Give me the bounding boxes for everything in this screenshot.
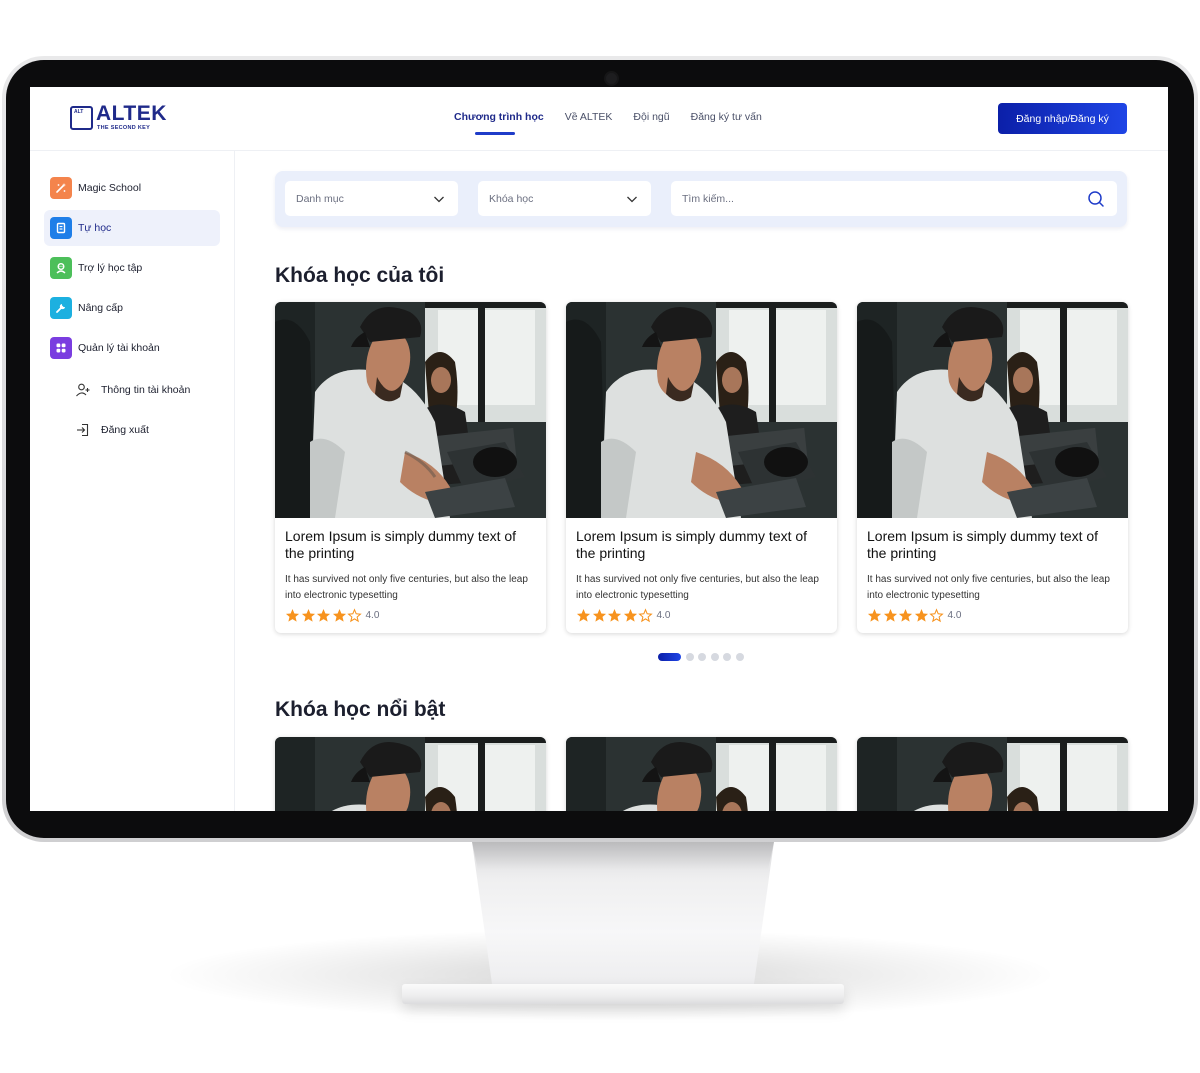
carousel-dot[interactable] xyxy=(685,653,694,661)
magic-wand-icon xyxy=(50,177,72,199)
star-filled-icon xyxy=(576,608,591,622)
search-box xyxy=(671,181,1117,216)
sidebar-item-magic-school[interactable]: Magic School xyxy=(44,170,220,206)
featured-course-card[interactable] xyxy=(275,737,546,811)
main-nav: Chương trình học Về ALTEK Đội ngũ Đăng k… xyxy=(454,111,783,135)
section-title-featured-courses: Khóa học nổi bật xyxy=(275,698,446,721)
search-icon[interactable] xyxy=(1087,190,1105,208)
carousel-dot[interactable] xyxy=(735,653,744,661)
course-card[interactable]: Lorem Ipsum is simply dummy text of the … xyxy=(857,302,1128,633)
section-title-my-courses: Khóa học của tôi xyxy=(275,264,445,287)
course-thumbnail xyxy=(275,737,546,811)
chevron-down-icon xyxy=(434,196,444,202)
course-title: Lorem Ipsum is simply dummy text of the … xyxy=(285,528,517,561)
course-card[interactable]: Lorem Ipsum is simply dummy text of the … xyxy=(275,302,546,633)
course-rating: 4.0 xyxy=(867,608,961,623)
monitor-mockup: ALT ALTEK THE SECOND KEY Chương trình họ… xyxy=(0,0,1200,1073)
monitor-stand-shade xyxy=(472,842,774,870)
top-header: ALT ALTEK THE SECOND KEY Chương trình họ… xyxy=(30,87,1168,151)
star-filled-icon xyxy=(883,608,897,622)
sidebar-item-quan-ly-tai-khoan[interactable]: Quản lý tài khoản xyxy=(44,330,220,366)
course-description: It has survived not only five centuries,… xyxy=(576,574,819,601)
nav-chuong-trinh-hoc[interactable]: Chương trình học xyxy=(454,111,544,123)
logo-mark-text: ALT xyxy=(74,109,84,115)
star-empty-icon xyxy=(929,608,944,623)
sidebar-item-label: Nâng cấp xyxy=(78,302,123,314)
featured-course-card[interactable] xyxy=(566,737,837,811)
logo-text: ALTEK xyxy=(96,102,167,125)
book-icon xyxy=(50,217,72,239)
course-rating: 4.0 xyxy=(576,608,670,623)
course-thumbnail xyxy=(857,302,1128,518)
sidebar-item-label: Tự học xyxy=(78,222,112,234)
sidebar-item-tu-hoc[interactable]: Tự học xyxy=(44,210,220,246)
carousel-dot-active[interactable] xyxy=(658,653,681,661)
course-card[interactable]: Lorem Ipsum is simply dummy text of the … xyxy=(566,302,837,633)
star-filled-icon xyxy=(285,608,300,622)
grid-icon xyxy=(50,337,72,359)
course-select-value: Khóa học xyxy=(489,192,534,205)
sidebar-subitem-label: Đăng xuất xyxy=(101,424,149,436)
logo-mark: ALT xyxy=(70,106,93,130)
rating-value: 4.0 xyxy=(365,610,380,621)
star-filled-icon xyxy=(867,608,882,622)
filter-bar: Danh mục Khóa học xyxy=(275,171,1127,227)
camera-icon xyxy=(604,71,619,86)
wrench-icon xyxy=(50,297,72,319)
carousel-dot[interactable] xyxy=(698,653,706,661)
star-filled-icon xyxy=(607,608,622,622)
nav-ve-altek[interactable]: Về ALTEK xyxy=(565,111,613,123)
featured-course-card[interactable] xyxy=(857,737,1128,811)
course-select[interactable]: Khóa học xyxy=(478,181,651,216)
star-filled-icon xyxy=(592,608,606,622)
star-empty-icon xyxy=(347,608,362,623)
chevron-down-icon xyxy=(627,196,637,202)
course-thumbnail xyxy=(275,302,546,518)
main-content: Danh mục Khóa học Khóa học của tôi xyxy=(235,151,1168,811)
category-select[interactable]: Danh mục xyxy=(285,181,458,216)
sidebar-subitem-label: Thông tin tài khoản xyxy=(101,384,191,396)
sidebar-subitem-logout[interactable]: Đăng xuất xyxy=(74,418,149,442)
sidebar: Magic School Tự học Trợ lý học tập Nâng … xyxy=(30,151,235,811)
course-thumbnail xyxy=(566,737,837,811)
rating-value: 4.0 xyxy=(947,610,962,621)
course-description: It has survived not only five centuries,… xyxy=(867,574,1110,601)
sidebar-item-nang-cap[interactable]: Nâng cấp xyxy=(44,290,220,326)
star-filled-icon xyxy=(332,608,346,622)
altek-logo[interactable]: ALT ALTEK THE SECOND KEY xyxy=(70,102,180,134)
star-empty-icon xyxy=(638,608,653,623)
category-select-value: Danh mục xyxy=(296,192,344,205)
nav-doi-ngu[interactable]: Đội ngũ xyxy=(633,111,669,123)
course-title: Lorem Ipsum is simply dummy text of the … xyxy=(867,528,1099,561)
nav-active-indicator xyxy=(475,132,515,135)
assistant-icon xyxy=(50,257,72,279)
sidebar-item-label: Trợ lý học tập xyxy=(78,262,143,274)
carousel-dot[interactable] xyxy=(723,653,731,661)
star-filled-icon xyxy=(301,608,315,622)
nav-dang-ky-tu-van[interactable]: Đăng ký tư vấn xyxy=(691,111,762,123)
course-thumbnail xyxy=(566,302,837,518)
star-filled-icon xyxy=(898,608,913,622)
login-register-button[interactable]: Đăng nhập/Đăng ký xyxy=(998,103,1127,134)
sidebar-item-label: Quản lý tài khoản xyxy=(78,342,160,354)
search-input[interactable] xyxy=(682,192,1087,205)
user-plus-icon xyxy=(74,381,92,399)
star-filled-icon xyxy=(316,608,331,622)
star-filled-icon xyxy=(914,608,928,622)
carousel-dot[interactable] xyxy=(710,653,719,661)
course-description: It has survived not only five centuries,… xyxy=(285,574,528,601)
monitor-base xyxy=(402,984,844,1004)
carousel-pagination xyxy=(658,653,748,661)
logout-icon xyxy=(74,421,92,439)
course-rating: 4.0 xyxy=(285,608,379,623)
sidebar-item-tro-ly-hoc-tap[interactable]: Trợ lý học tập xyxy=(44,250,220,286)
rating-value: 4.0 xyxy=(656,610,671,621)
star-filled-icon xyxy=(623,608,637,622)
course-thumbnail xyxy=(857,737,1128,811)
logo-tagline: THE SECOND KEY xyxy=(97,125,151,131)
course-title: Lorem Ipsum is simply dummy text of the … xyxy=(576,528,808,561)
sidebar-subitem-account-info[interactable]: Thông tin tài khoản xyxy=(74,378,190,402)
sidebar-item-label: Magic School xyxy=(78,182,142,194)
app-screen: ALT ALTEK THE SECOND KEY Chương trình họ… xyxy=(30,87,1168,811)
